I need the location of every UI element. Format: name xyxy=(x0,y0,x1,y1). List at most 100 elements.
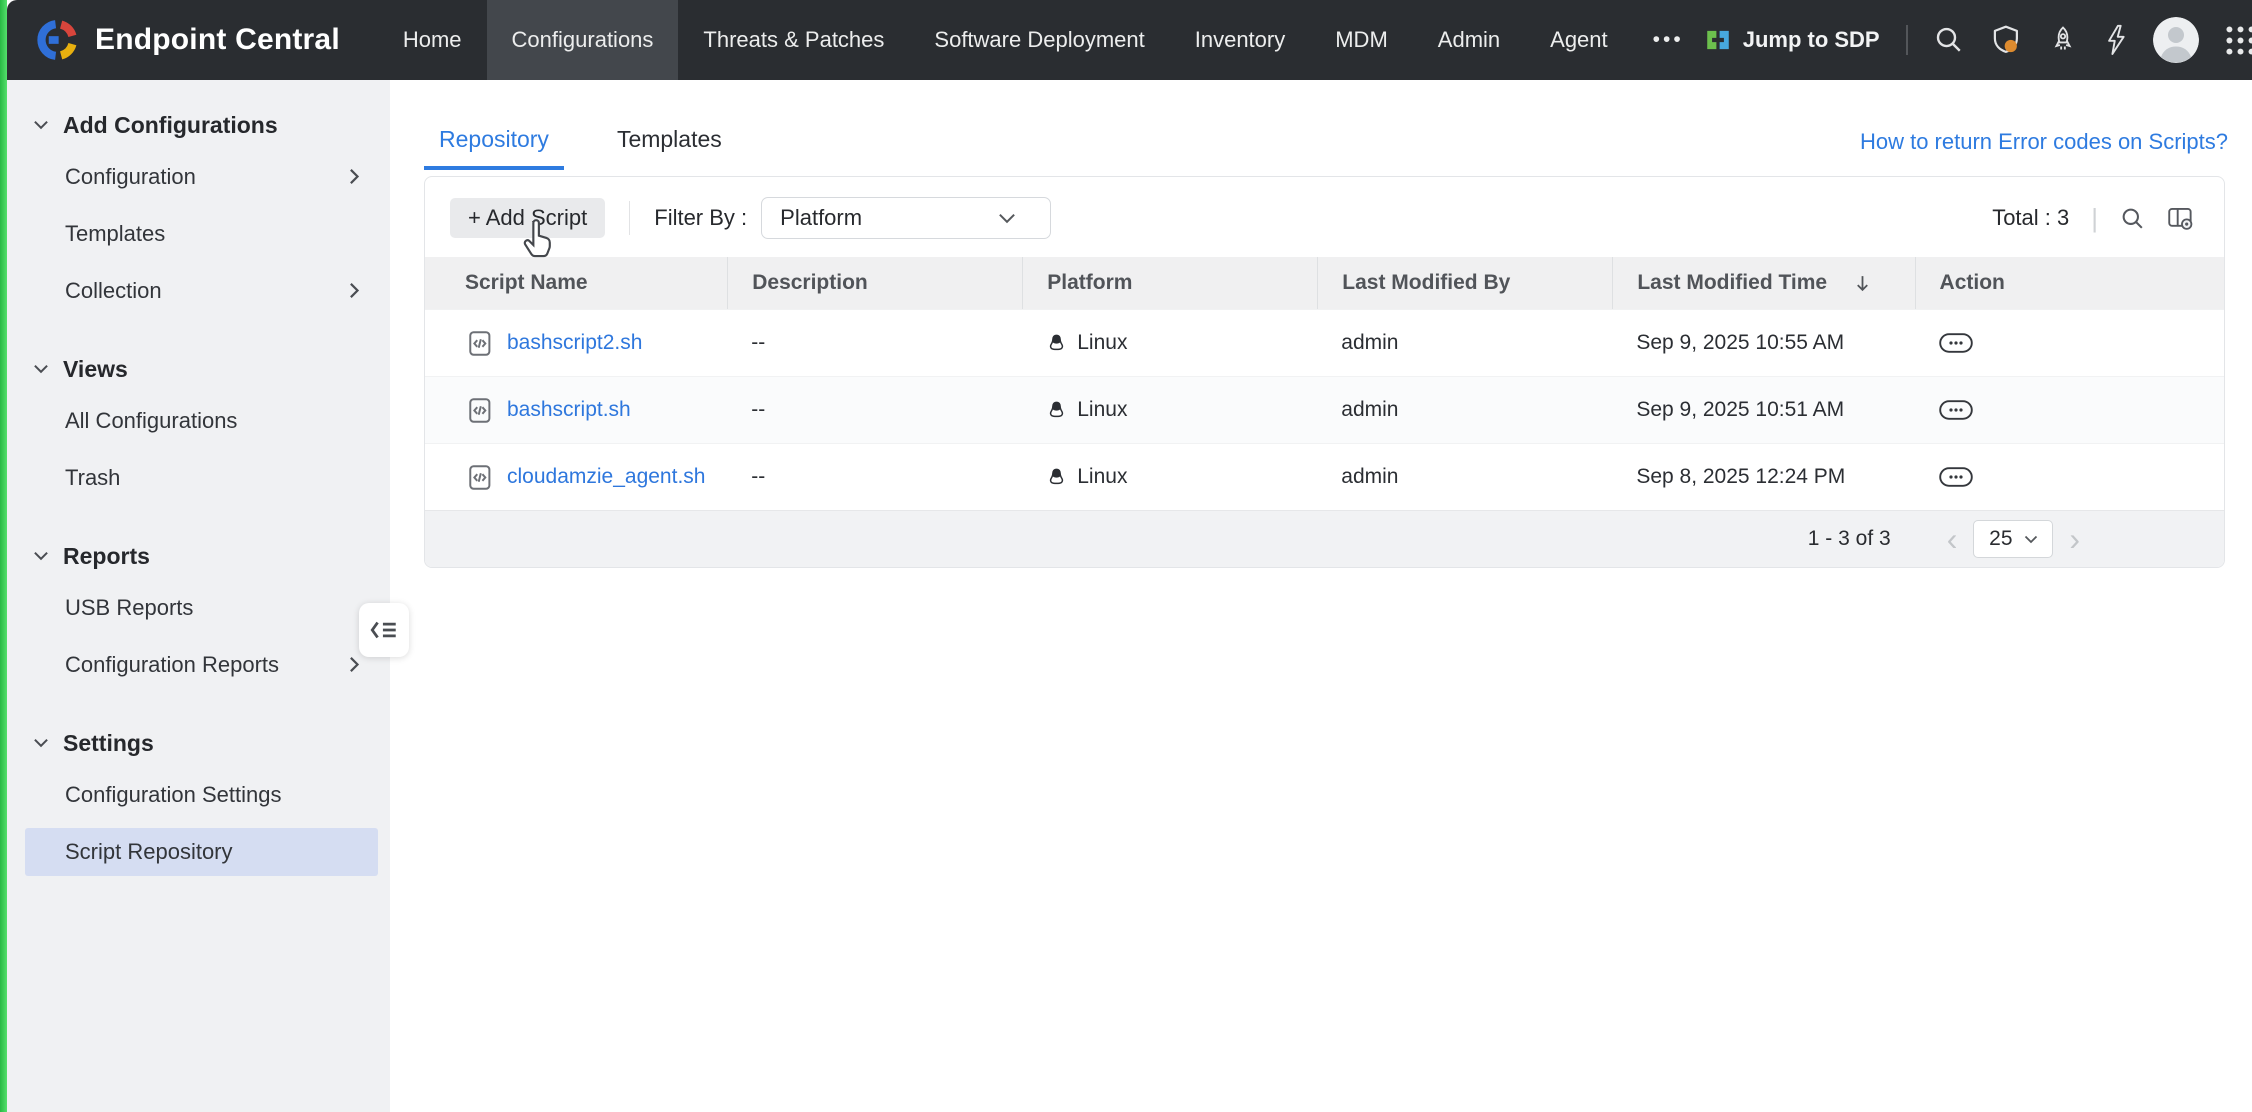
add-script-button[interactable]: + Add Script xyxy=(450,198,605,238)
pagination-next-button[interactable]: › xyxy=(2069,523,2080,555)
chevron-right-icon xyxy=(349,168,360,185)
sidebar-item-label: Configuration xyxy=(65,164,196,190)
repository-card: + Add Script Filter By : Platform Total … xyxy=(424,176,2225,568)
column-header-action: Action xyxy=(1915,257,2224,309)
screen-edge-strip xyxy=(0,0,7,1112)
sidebar-item-label: Configuration Settings xyxy=(65,782,281,808)
sidebar-item-configuration-reports[interactable]: Configuration Reports xyxy=(7,636,390,693)
sidebar-item-label: Trash xyxy=(65,465,120,491)
search-icon[interactable] xyxy=(1934,25,1964,55)
sidebar-item-usb-reports[interactable]: USB Reports xyxy=(7,579,390,636)
row-actions-button[interactable] xyxy=(1939,467,1973,487)
sidebar-header-settings[interactable]: Settings xyxy=(7,720,390,766)
pagination-range: 1 - 3 of 3 xyxy=(1808,527,1891,551)
toolbar-divider xyxy=(629,201,630,235)
chevron-down-icon xyxy=(33,120,49,130)
pagination-prev-button[interactable]: ‹ xyxy=(1947,523,1958,555)
script-file-icon xyxy=(465,463,494,492)
sidebar-item-script-repository[interactable]: Script Repository xyxy=(25,828,378,876)
script-name-link[interactable]: cloudamzie_agent.sh xyxy=(465,463,705,492)
nav-mdm[interactable]: MDM xyxy=(1310,0,1413,80)
table-header: Script Name Description Platform Last Mo… xyxy=(425,257,2224,309)
sidebar-header-add-configurations[interactable]: Add Configurations xyxy=(7,102,390,148)
nav-more-menu[interactable]: ••• xyxy=(1633,0,1704,80)
sidebar-item-configuration[interactable]: Configuration xyxy=(7,148,390,205)
column-header-description[interactable]: Description xyxy=(727,257,1022,309)
description-cell: -- xyxy=(727,310,1022,376)
nav-software-deployment[interactable]: Software Deployment xyxy=(909,0,1169,80)
sidebar-section-title: Views xyxy=(63,356,128,383)
page-size-select[interactable]: 25 xyxy=(1973,520,2053,558)
table-row: bashscript2.sh -- Linux admin Sep 9, 202… xyxy=(425,309,2224,376)
last-modified-by-cell: admin xyxy=(1317,310,1612,376)
sidebar-section-add-configurations: Add Configurations Configuration Templat… xyxy=(7,102,390,319)
flash-icon[interactable] xyxy=(2103,24,2127,56)
endpoint-central-logo-icon xyxy=(35,18,79,62)
nav-configurations[interactable]: Configurations xyxy=(487,0,679,80)
last-modified-time-cell: Sep 8, 2025 12:24 PM xyxy=(1612,444,1914,510)
column-header-last-modified-by[interactable]: Last Modified By xyxy=(1317,257,1612,309)
nav-home[interactable]: Home xyxy=(378,0,487,80)
last-modified-by-cell: admin xyxy=(1317,444,1612,510)
table-search-icon[interactable] xyxy=(2120,206,2145,231)
sidebar-item-all-configurations[interactable]: All Configurations xyxy=(7,392,390,449)
table-footer: 1 - 3 of 3 ‹ 25 › xyxy=(425,510,2224,567)
table-row: bashscript.sh -- Linux admin Sep 9, 2025… xyxy=(425,376,2224,443)
linux-icon xyxy=(1046,334,1067,353)
rocket-icon[interactable] xyxy=(2049,25,2077,55)
last-modified-time-cell: Sep 9, 2025 10:55 AM xyxy=(1612,310,1914,376)
column-header-platform[interactable]: Platform xyxy=(1022,257,1317,309)
description-cell: -- xyxy=(727,444,1022,510)
sidebar-item-label: Configuration Reports xyxy=(65,652,279,678)
nav-admin[interactable]: Admin xyxy=(1413,0,1525,80)
linux-icon xyxy=(1046,401,1067,420)
tabs: Repository Templates xyxy=(424,126,775,170)
chevron-down-icon xyxy=(33,551,49,561)
row-actions-button[interactable] xyxy=(1939,333,1973,353)
sidebar-section-settings: Settings Configuration Settings Script R… xyxy=(7,720,390,876)
sidebar-item-collection[interactable]: Collection xyxy=(7,262,390,319)
sidebar-item-label: All Configurations xyxy=(65,408,237,434)
sidebar-header-views[interactable]: Views xyxy=(7,346,390,392)
last-modified-by-cell: admin xyxy=(1317,377,1612,443)
row-actions-button[interactable] xyxy=(1939,400,1973,420)
tab-templates[interactable]: Templates xyxy=(602,126,737,170)
table-row: cloudamzie_agent.sh -- Linux admin Sep 8… xyxy=(425,443,2224,510)
sidebar-section-title: Reports xyxy=(63,543,150,570)
tab-repository[interactable]: Repository xyxy=(424,126,564,170)
chevron-down-icon xyxy=(998,213,1016,224)
nav-agent[interactable]: Agent xyxy=(1525,0,1633,80)
shield-notification-icon[interactable] xyxy=(1990,24,2023,57)
column-chooser-icon[interactable] xyxy=(2167,206,2194,231)
sidebar-item-label: Collection xyxy=(65,278,162,304)
sidebar-section-views: Views All Configurations Trash xyxy=(7,346,390,506)
nav-threats-patches[interactable]: Threats & Patches xyxy=(678,0,909,80)
script-name-link[interactable]: bashscript.sh xyxy=(465,396,631,425)
platform-filter-dropdown[interactable]: Platform xyxy=(761,197,1051,239)
collapse-sidebar-button[interactable] xyxy=(359,603,409,657)
chevron-right-icon xyxy=(349,656,360,673)
nav-inventory[interactable]: Inventory xyxy=(1170,0,1311,80)
page-size-value: 25 xyxy=(1989,527,2012,551)
avatar[interactable] xyxy=(2153,17,2199,63)
apps-grid-icon[interactable] xyxy=(2225,25,2252,56)
brand-logo[interactable]: Endpoint Central xyxy=(7,18,378,62)
sidebar-item-templates[interactable]: Templates xyxy=(7,205,390,262)
sidebar-item-trash[interactable]: Trash xyxy=(7,449,390,506)
jump-to-sdp-button[interactable]: Jump to SDP xyxy=(1704,26,1880,54)
column-header-script-name[interactable]: Script Name xyxy=(425,257,727,309)
sidebar-header-reports[interactable]: Reports xyxy=(7,533,390,579)
sidebar-item-configuration-settings[interactable]: Configuration Settings xyxy=(7,766,390,823)
card-toolbar: + Add Script Filter By : Platform Total … xyxy=(425,177,2224,257)
filter-by-label: Filter By : xyxy=(654,205,747,231)
jump-to-sdp-label: Jump to SDP xyxy=(1743,27,1880,53)
collapse-sidebar-icon xyxy=(368,618,400,642)
error-codes-help-link[interactable]: How to return Error codes on Scripts? xyxy=(1860,129,2228,170)
sort-desc-icon[interactable] xyxy=(1854,274,1871,293)
sidebar: Add Configurations Configuration Templat… xyxy=(7,80,390,1112)
column-header-last-modified-time[interactable]: Last Modified Time xyxy=(1612,257,1914,309)
platform-cell: Linux xyxy=(1022,444,1317,510)
chevron-down-icon xyxy=(2024,535,2038,544)
last-modified-time-cell: Sep 9, 2025 10:51 AM xyxy=(1612,377,1914,443)
script-name-link[interactable]: bashscript2.sh xyxy=(465,329,642,358)
